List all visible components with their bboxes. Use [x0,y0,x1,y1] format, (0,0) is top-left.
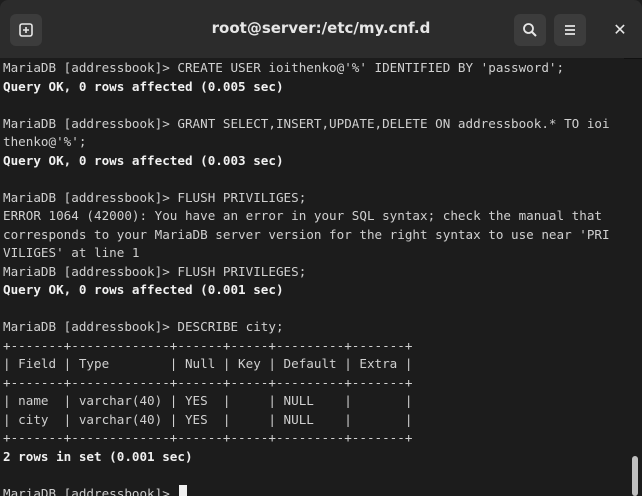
terminal-window: root@server:/etc/my.cnf.d ✕ MariaDB [add… [0,0,642,496]
text-cursor [179,484,188,496]
scrollbar-thumb[interactable] [632,456,638,496]
terminal-line: MariaDB [addressbook]> [3,484,188,496]
title-bar: root@server:/etc/my.cnf.d ✕ [0,0,642,59]
terminal-line: Query OK, 0 rows affected (0.003 sec) [3,152,284,168]
menu-button[interactable] [554,14,586,46]
close-icon: ✕ [613,19,627,39]
scrollbar[interactable] [628,58,638,496]
terminal-line: +-------+-------------+------+-----+----… [3,374,413,390]
terminal-output[interactable]: MariaDB [addressbook]> CREATE USER ioith… [0,58,624,496]
terminal-line: | name | varchar(40) | YES | | NULL | | [3,393,413,408]
terminal-line: +-------+-------------+------+-----+----… [3,430,413,445]
hamburger-menu-icon [565,25,575,35]
terminal-line: MariaDB [addressbook]> CREATE USER ioith… [3,60,565,75]
terminal-line: | city | varchar(40) | YES | | NULL | | [3,411,413,427]
close-button[interactable]: ✕ [612,19,628,39]
terminal-line: corresponds to your MariaDB server versi… [3,226,610,242]
terminal-line: MariaDB [addressbook]> FLUSH PRIVILIGES; [3,189,307,205]
terminal-line: Query OK, 0 rows affected (0.001 sec) [3,282,284,297]
search-icon [523,23,537,37]
terminal-line: MariaDB [addressbook]> DESCRIBE city; [3,319,284,334]
terminal-line: MariaDB [addressbook]> FLUSH PRIVILEGES; [3,263,307,279]
search-button[interactable] [514,14,546,46]
terminal-line: 2 rows in set (0.001 sec) [3,448,193,464]
terminal-line: Query OK, 0 rows affected (0.005 sec) [3,78,284,94]
terminal-line: VILIGES' at line 1 [3,245,140,260]
terminal-line: +-------+-------------+------+-----+----… [3,337,413,353]
terminal-line: thenko@'%'; [3,134,87,149]
terminal-line: | Field | Type | Null | Key | Default | … [3,356,413,371]
terminal-line: MariaDB [addressbook]> GRANT SELECT,INSE… [3,115,610,131]
terminal-line: ERROR 1064 (42000): You have an error in… [3,208,602,223]
